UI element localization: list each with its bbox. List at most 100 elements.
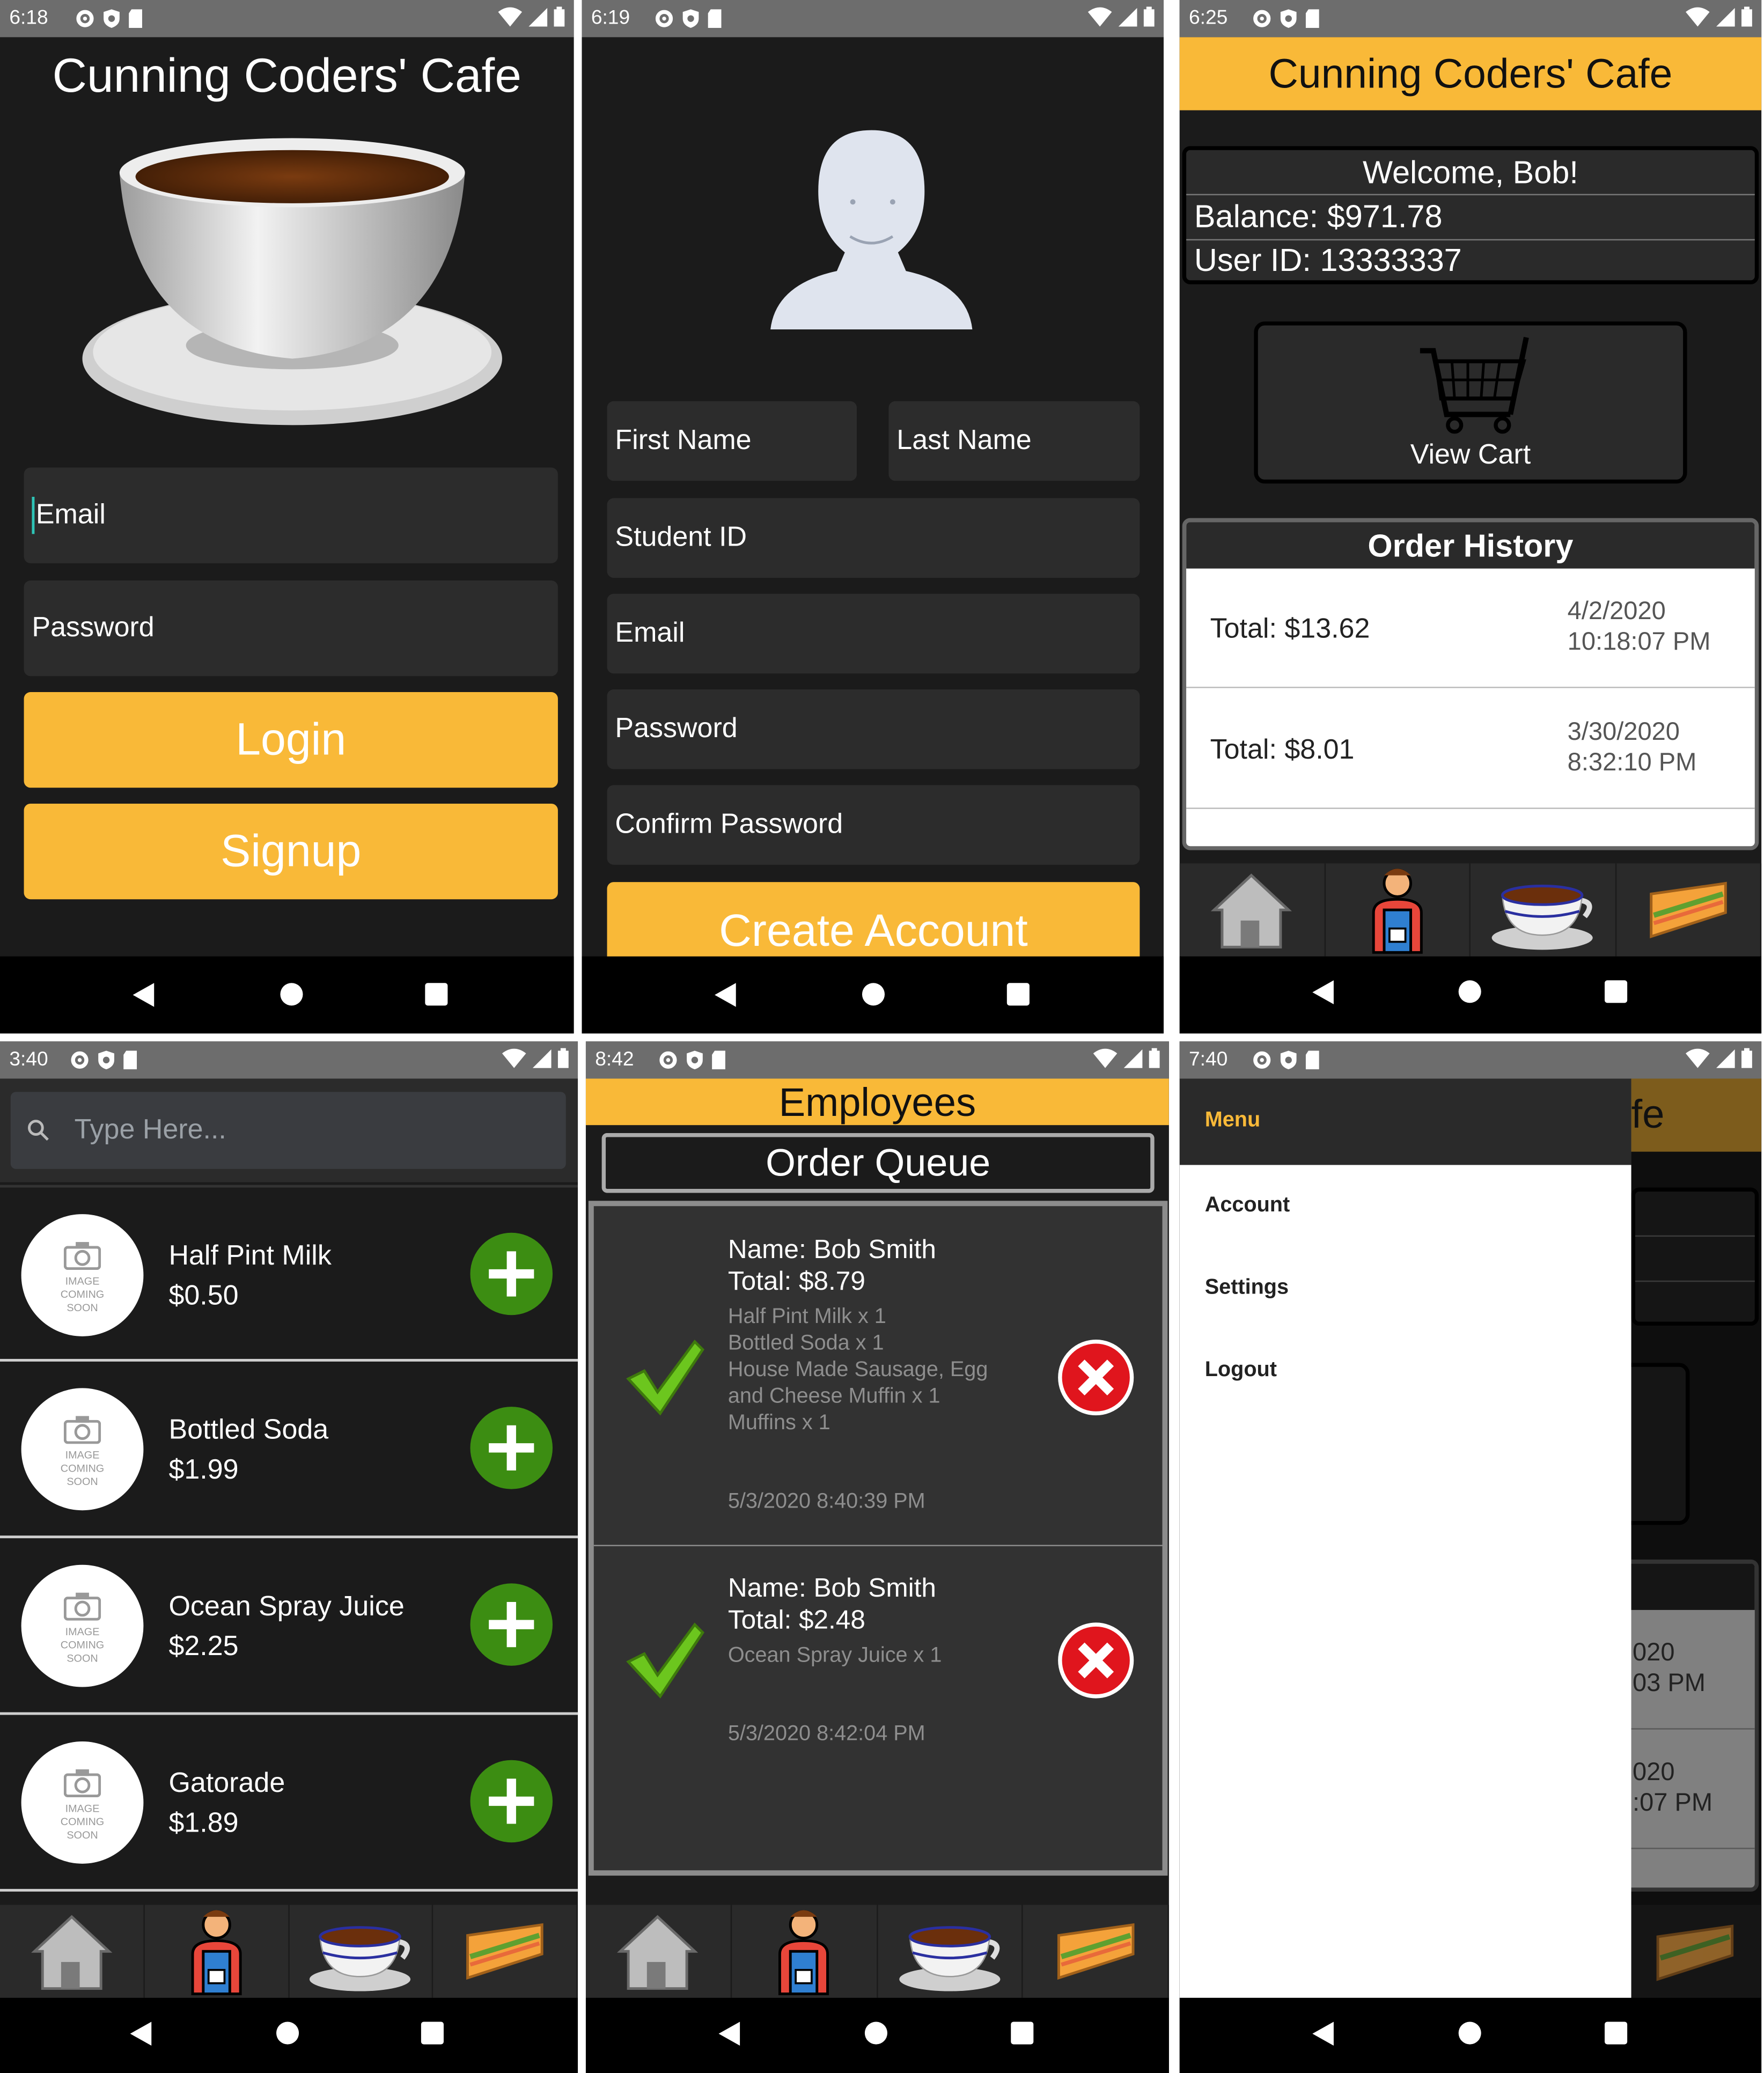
tab-employees[interactable] [144, 1905, 289, 1998]
order-total: Total: $13.62 [1210, 613, 1370, 644]
tab-drinks[interactable] [877, 1905, 1024, 1998]
drawer-item-logout[interactable]: Logout [1180, 1329, 1631, 1412]
checkmark-icon[interactable] [626, 1339, 705, 1416]
back-icon[interactable] [715, 983, 736, 1007]
tab-food[interactable] [1616, 863, 1762, 957]
shield-icon [104, 9, 120, 28]
first-name-placeholder: First Name [615, 425, 752, 456]
item-image-placeholder: IMAGE COMING SOON [21, 1388, 144, 1511]
home-circle-icon[interactable] [1458, 980, 1481, 1003]
user-id-text: User ID: 13333337 [1194, 243, 1462, 279]
view-cart-button[interactable]: View Cart [1254, 321, 1687, 484]
checkmark-icon[interactable] [626, 1622, 705, 1699]
coffee-cup-icon [1492, 885, 1593, 950]
plus-icon [489, 1425, 534, 1471]
tab-employees[interactable] [732, 1905, 878, 1998]
tab-home[interactable] [586, 1905, 732, 1998]
home-circle-icon[interactable] [276, 2021, 299, 2045]
barista-icon [1372, 869, 1423, 954]
add-item-button[interactable] [470, 1583, 553, 1666]
placeholder-text: SOON [67, 1652, 98, 1665]
list-item[interactable]: IMAGE COMING SOON Gatorade $1.89 [0, 1715, 578, 1889]
tab-drinks[interactable] [1471, 863, 1616, 957]
order-queue-header: Order Queue [601, 1133, 1155, 1193]
back-icon[interactable] [1312, 2021, 1334, 2046]
camera-icon [63, 1769, 101, 1798]
recents-icon[interactable] [421, 2021, 444, 2045]
menu-screen: 3:40 Type Here... IMAGE COMING SOON Half… [0, 1041, 578, 2073]
reject-x-icon[interactable] [1057, 1622, 1135, 1699]
search-input[interactable]: Type Here... [10, 1092, 566, 1169]
android-nav-bar [582, 956, 1164, 1034]
tab-food[interactable] [433, 1905, 578, 1998]
recents-icon[interactable] [425, 983, 448, 1006]
status-icons [653, 8, 723, 30]
reject-x-icon[interactable] [1057, 1339, 1135, 1416]
add-item-button[interactable] [470, 1232, 553, 1315]
list-item[interactable]: IMAGE COMING SOON Ocean Spray Juice $2.2… [0, 1538, 578, 1712]
back-icon[interactable] [718, 2021, 740, 2046]
order-history-row[interactable]: Total: $8.01 3/30/2020 8:32:10 PM [1186, 689, 1755, 809]
student-id-field[interactable]: Student ID [607, 498, 1140, 578]
login-button[interactable]: Login [24, 692, 558, 788]
back-icon[interactable] [130, 2021, 152, 2046]
balance-text: Balance: $971.78 [1186, 195, 1755, 241]
list-item[interactable]: IMAGE COMING SOON Bottled Soda $1.99 [0, 1362, 578, 1535]
order-timestamp: 5/3/2020 8:42:04 PM [727, 1723, 925, 1746]
back-icon[interactable] [1312, 980, 1334, 1004]
last-name-field[interactable]: Last Name [888, 401, 1140, 481]
status-bar: 7:40 [1179, 1041, 1762, 1079]
avatar-placeholder-icon [770, 130, 973, 330]
tab-home[interactable] [0, 1905, 145, 1998]
gear-icon [659, 1051, 677, 1069]
tab-food[interactable] [1023, 1905, 1169, 1998]
confirm-password-field[interactable]: Confirm Password [607, 785, 1140, 865]
recents-icon[interactable] [1605, 2021, 1628, 2045]
order-date: 3/30/2020 [1567, 718, 1680, 747]
drawer-item-label: Logout [1204, 1358, 1277, 1382]
order-queue-title: Order Queue [766, 1142, 991, 1185]
search-icon [27, 1120, 49, 1141]
order-date: 4/2/2020 [1567, 598, 1666, 626]
home-circle-icon[interactable] [862, 983, 885, 1006]
order-item-line: and Cheese Muffin x 1 [727, 1385, 940, 1408]
email-field[interactable]: Email [24, 467, 558, 563]
status-time: 8:42 [595, 1048, 634, 1071]
camera-icon [63, 1416, 101, 1444]
add-item-button[interactable] [470, 1407, 553, 1489]
tab-home[interactable] [1180, 863, 1325, 957]
home-circle-icon[interactable] [280, 983, 303, 1006]
home-circle-icon[interactable] [1458, 2021, 1481, 2045]
recents-icon[interactable] [1006, 983, 1030, 1006]
item-price: $1.89 [168, 1807, 239, 1839]
email-placeholder: Email [35, 499, 106, 530]
status-right [501, 1048, 570, 1070]
drawer-header-title: Menu [1204, 1109, 1261, 1132]
sandwich-icon [1649, 881, 1727, 938]
placeholder-text: IMAGE [65, 1626, 100, 1638]
signup-button[interactable]: Signup [24, 803, 558, 900]
password-field[interactable]: Password [24, 580, 558, 677]
password-field[interactable]: Password [607, 689, 1140, 769]
status-right [1685, 1048, 1754, 1070]
list-item[interactable]: IMAGE COMING SOON Half Pint Milk $0.50 [0, 1185, 578, 1359]
order-history-row[interactable]: Total: $13.62 4/2/2020 10:18:07 PM [1186, 569, 1755, 688]
sandwich-icon [1656, 1924, 1734, 1981]
status-icons [658, 1049, 727, 1071]
email-field[interactable]: Email [607, 593, 1140, 674]
recents-icon[interactable] [1605, 980, 1628, 1003]
add-item-button[interactable] [470, 1760, 553, 1843]
sd-card-icon [1305, 1050, 1319, 1070]
tab-drinks[interactable] [289, 1905, 433, 1998]
home-circle-icon[interactable] [864, 2021, 887, 2045]
tab-employees[interactable] [1325, 863, 1471, 957]
status-icons [1251, 8, 1320, 30]
back-icon[interactable] [133, 983, 155, 1007]
drawer-item-settings[interactable]: Settings [1180, 1247, 1631, 1330]
status-right [1086, 6, 1156, 28]
first-name-field[interactable]: First Name [607, 401, 857, 481]
drawer-item-account[interactable]: Account [1180, 1165, 1631, 1247]
placeholder-text: IMAGE [65, 1802, 100, 1815]
status-time: 7:40 [1189, 1048, 1228, 1071]
recents-icon[interactable] [1011, 2021, 1034, 2045]
